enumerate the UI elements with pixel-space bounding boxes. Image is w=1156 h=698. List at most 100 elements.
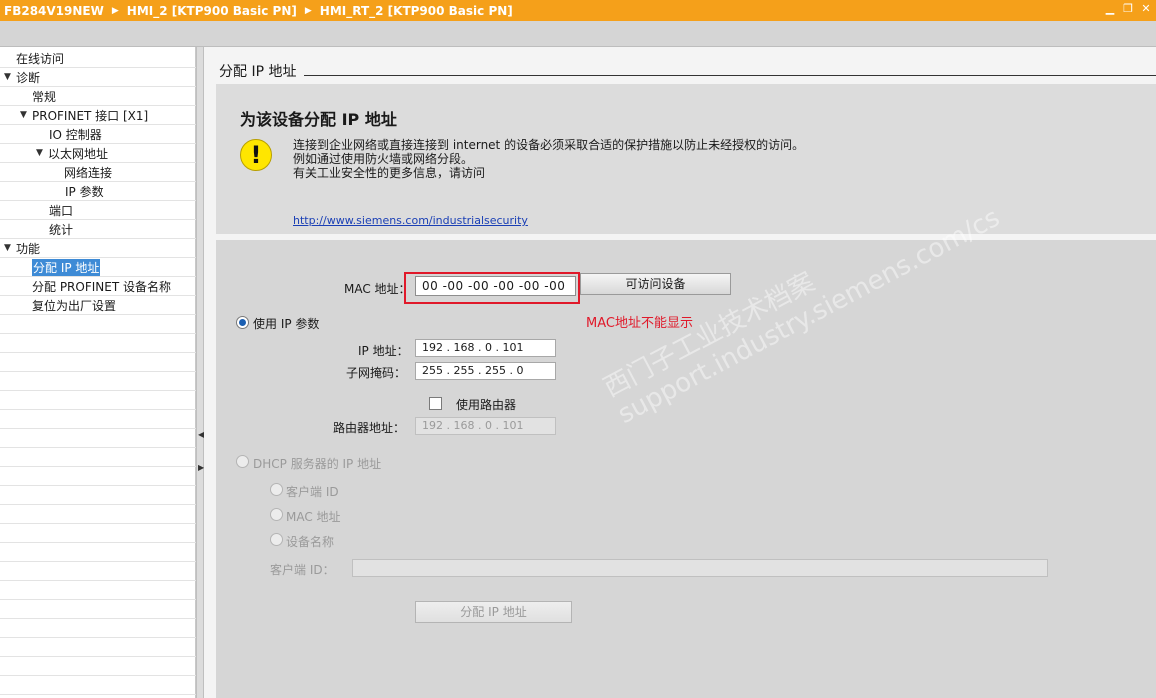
- dhcp-radio[interactable]: [236, 455, 249, 468]
- assign-ip-button[interactable]: 分配 IP 地址: [415, 601, 572, 623]
- nav-item-functions[interactable]: ▼ 功能: [0, 239, 196, 258]
- use-ip-params-radio[interactable]: [236, 316, 249, 329]
- nav-item-label: 以太网地址: [48, 146, 109, 161]
- warning-line-1: 连接到企业网络或直接连接到 internet 的设备必须采取合适的保护措施以防止…: [293, 138, 805, 152]
- nav-item-label: 复位为出厂设置: [32, 298, 117, 313]
- client-id-option-label: 客户端 ID: [286, 485, 339, 499]
- mac-option-radio[interactable]: [270, 508, 283, 521]
- breadcrumb-project[interactable]: FB284V19NEW: [4, 4, 104, 18]
- nav-item-label: 分配 IP 地址: [32, 258, 101, 276]
- security-warning-panel: 为该设备分配 IP 地址 ! 连接到企业网络或直接连接到 internet 的设…: [216, 84, 1156, 234]
- breadcrumb-separator-icon: ▶: [111, 5, 119, 16]
- nav-item-ip-parameters[interactable]: IP 参数: [0, 182, 196, 201]
- device-name-option-label: 设备名称: [286, 535, 335, 549]
- expander-icon[interactable]: ▼: [36, 148, 48, 158]
- nav-empty-row: [0, 410, 196, 429]
- nav-item-online-access[interactable]: 在线访问: [0, 49, 196, 68]
- nav-empty-row: [0, 467, 196, 486]
- nav-empty-row: [0, 372, 196, 391]
- nav-empty-row: [0, 543, 196, 562]
- expander-icon[interactable]: ▼: [20, 110, 32, 120]
- use-router-label: 使用路由器: [456, 398, 517, 412]
- router-address-label: 路由器地址：: [333, 421, 406, 435]
- section-divider: [304, 75, 1156, 76]
- nav-item-general[interactable]: 常规: [0, 87, 196, 106]
- device-name-radio[interactable]: [270, 533, 283, 546]
- assign-ip-form: MAC 地址： 00 -00 -00 -00 -00 -00 可访问设备 MAC…: [216, 240, 1156, 698]
- nav-empty-row: [0, 638, 196, 657]
- main-panel: 分配 IP 地址 为该设备分配 IP 地址 ! 连接到企业网络或直接连接到 in…: [204, 47, 1156, 698]
- breadcrumb-runtime[interactable]: HMI_RT_2 [KTP900 Basic PN]: [320, 4, 513, 18]
- warning-heading: 为该设备分配 IP 地址: [240, 110, 397, 129]
- nav-item-network-connection[interactable]: 网络连接: [0, 163, 196, 182]
- nav-empty-row: [0, 486, 196, 505]
- mac-annotation: MAC地址不能显示: [586, 316, 693, 331]
- nav-empty-row: [0, 334, 196, 353]
- client-id-field[interactable]: [352, 559, 1048, 577]
- nav-item-label: PROFINET 接口 [X1]: [32, 108, 149, 123]
- dhcp-label: DHCP 服务器的 IP 地址: [253, 457, 382, 471]
- ip-address-field[interactable]: 192 . 168 . 0 . 101: [415, 339, 556, 357]
- subnet-mask-field[interactable]: 255 . 255 . 255 . 0: [415, 362, 556, 380]
- use-ip-params-label: 使用 IP 参数: [253, 317, 320, 331]
- mac-address-label: MAC 地址：: [344, 282, 411, 296]
- subnet-mask-label: 子网掩码：: [346, 366, 407, 380]
- nav-empty-row: [0, 353, 196, 372]
- navigation-tree: 在线访问 ▼ 诊断 常规 ▼ PROFINET 接口 [X1] IO 控制器 ▼…: [0, 47, 196, 698]
- nav-item-diagnostics[interactable]: ▼ 诊断: [0, 68, 196, 87]
- nav-item-profinet-interface[interactable]: ▼ PROFINET 接口 [X1]: [0, 106, 196, 125]
- nav-item-io-controller[interactable]: IO 控制器: [0, 125, 196, 144]
- nav-item-label: 端口: [49, 203, 74, 218]
- nav-item-assign-ip[interactable]: 分配 IP 地址: [0, 258, 196, 277]
- window-controls: ▁ ❐ ✕: [1104, 3, 1152, 15]
- client-id-label: 客户端 ID：: [270, 563, 335, 577]
- mac-highlight-box: [404, 272, 580, 304]
- industrial-security-link[interactable]: http://www.siemens.com/industrialsecurit…: [293, 214, 528, 227]
- client-id-radio[interactable]: [270, 483, 283, 496]
- panel-splitter[interactable]: ◀ ▶: [196, 47, 204, 698]
- nav-item-label: IO 控制器: [49, 127, 102, 142]
- nav-item-label: 分配 PROFINET 设备名称: [32, 279, 171, 294]
- nav-item-label: 诊断: [16, 70, 41, 85]
- close-icon[interactable]: ✕: [1140, 3, 1152, 15]
- expander-icon[interactable]: ▼: [4, 72, 16, 82]
- nav-item-label: IP 参数: [65, 184, 104, 199]
- nav-empty-row: [0, 391, 196, 410]
- nav-item-label: 统计: [49, 222, 74, 237]
- nav-item-statistics[interactable]: 统计: [0, 220, 196, 239]
- use-router-checkbox[interactable]: [429, 397, 442, 410]
- nav-empty-row: [0, 505, 196, 524]
- nav-empty-row: [0, 581, 196, 600]
- nav-item-label: 功能: [16, 241, 41, 256]
- warning-icon: !: [240, 139, 272, 171]
- nav-empty-row: [0, 429, 196, 448]
- nav-empty-row: [0, 315, 196, 334]
- nav-empty-row: [0, 562, 196, 581]
- nav-item-ports[interactable]: 端口: [0, 201, 196, 220]
- nav-item-label: 常规: [32, 89, 57, 104]
- mac-option-label: MAC 地址: [286, 510, 341, 524]
- nav-empty-row: [0, 619, 196, 638]
- nav-item-ethernet-address[interactable]: ▼ 以太网地址: [0, 144, 196, 163]
- nav-item-assign-profinet-name[interactable]: 分配 PROFINET 设备名称: [0, 277, 196, 296]
- nav-empty-row: [0, 657, 196, 676]
- section-title: 分配 IP 地址: [219, 64, 297, 80]
- nav-item-factory-reset[interactable]: 复位为出厂设置: [0, 296, 196, 315]
- warning-line-3: 有关工业安全性的更多信息，请访问: [293, 166, 486, 180]
- title-bar: FB284V19NEW ▶ HMI_2 [KTP900 Basic PN] ▶ …: [0, 0, 1156, 21]
- warning-text: 连接到企业网络或直接连接到 internet 的设备必须采取合适的保护措施以防止…: [293, 138, 833, 180]
- nav-item-label: 在线访问: [16, 51, 65, 66]
- accessible-devices-button[interactable]: 可访问设备: [580, 273, 731, 295]
- nav-item-label: 网络连接: [64, 165, 113, 180]
- router-address-field[interactable]: 192 . 168 . 0 . 101: [415, 417, 556, 435]
- toolbar: [0, 21, 1156, 47]
- nav-empty-row: [0, 676, 196, 695]
- expander-icon[interactable]: ▼: [4, 243, 16, 253]
- breadcrumb-separator-icon: ▶: [304, 5, 312, 16]
- nav-empty-row: [0, 524, 196, 543]
- minimize-icon[interactable]: ▁: [1104, 3, 1116, 15]
- breadcrumb-device[interactable]: HMI_2 [KTP900 Basic PN]: [127, 4, 297, 18]
- nav-empty-row: [0, 448, 196, 467]
- restore-icon[interactable]: ❐: [1122, 3, 1134, 15]
- nav-empty-row: [0, 600, 196, 619]
